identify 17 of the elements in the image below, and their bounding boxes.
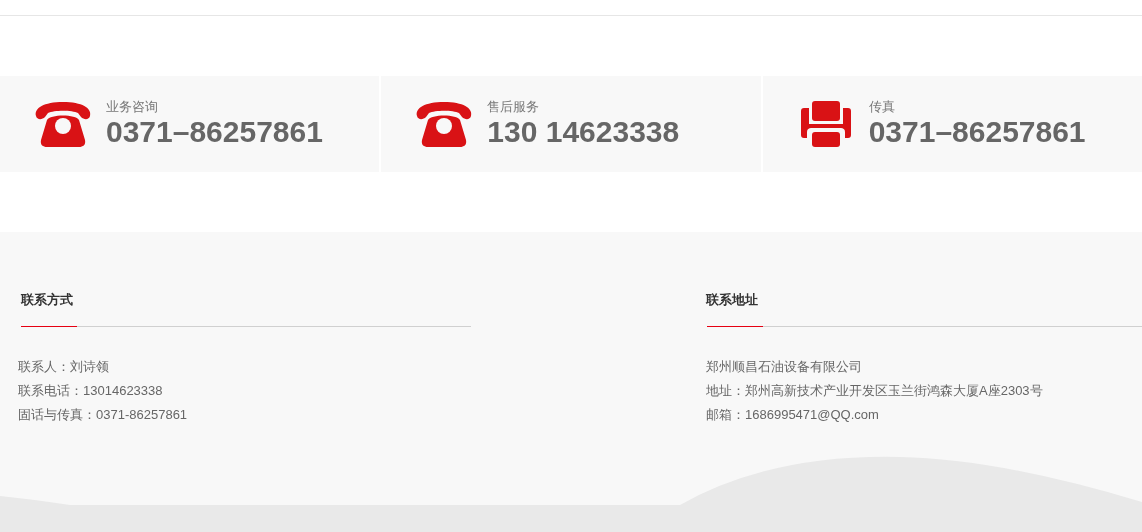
telephone-icon — [415, 100, 474, 148]
phone-number: 130 14623338 — [487, 115, 680, 149]
contact-detail: 郑州顺昌石油设备有限公司 — [706, 358, 863, 376]
contact-label: 传真 — [868, 99, 896, 115]
section-heading: 联系方式 — [21, 291, 74, 309]
contact-detail: 联系人：刘诗领 — [18, 358, 110, 376]
section-heading: 联系地址 — [706, 291, 759, 309]
contact-label: 售后服务 — [487, 99, 541, 115]
phone-number: 0371–86257861 — [868, 115, 1086, 149]
phone-number: 0371–86257861 — [106, 115, 323, 149]
contact-detail: 固话与传真：0371-86257861 — [18, 406, 189, 424]
contact-label: 业务咨询 — [106, 99, 159, 115]
telephone-icon — [34, 100, 92, 148]
contact-detail: 邮箱：1686995471@QQ.com — [706, 406, 880, 424]
contact-detail: 地址：郑州高新技术产业开发区玉兰街鸿森大厦A座2303号 — [706, 382, 1044, 400]
printer-icon — [800, 101, 851, 147]
contact-detail: 联系电话：13014623338 — [18, 382, 164, 400]
